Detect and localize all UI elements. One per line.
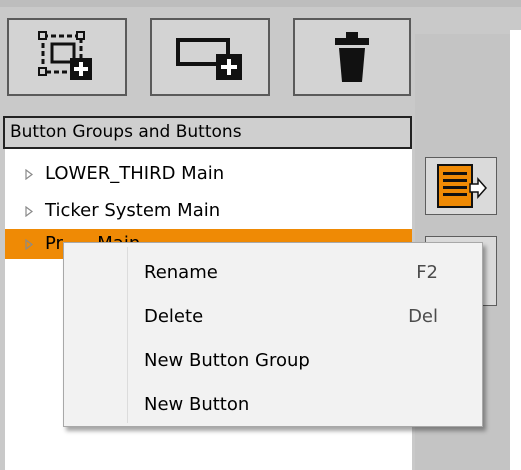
- window-top-strip: [0, 0, 521, 7]
- trash-icon: [335, 32, 369, 82]
- expand-arrow-icon[interactable]: [25, 169, 33, 180]
- menu-item-label: Rename: [144, 262, 218, 283]
- new-group-icon: [38, 31, 92, 80]
- tree-item-ticker-system[interactable]: Ticker System Main: [5, 196, 412, 226]
- menu-item-new-button-group[interactable]: New Button Group: [64, 339, 482, 383]
- new-button-button[interactable]: [150, 18, 270, 96]
- menu-item-label: New Button: [144, 394, 250, 415]
- right-panel-edge: [510, 30, 521, 470]
- menu-item-new-button[interactable]: New Button: [64, 383, 482, 427]
- list-action-button[interactable]: [425, 157, 497, 215]
- expand-arrow-icon[interactable]: [25, 239, 33, 250]
- menu-item-label: New Button Group: [144, 350, 310, 371]
- tree-item-lower-third[interactable]: LOWER_THIRD Main: [5, 159, 412, 189]
- tree-item-label: Ticker System Main: [45, 200, 221, 221]
- menu-item-shortcut: F2: [416, 262, 438, 283]
- new-button-icon: [176, 38, 242, 80]
- expand-arrow-icon[interactable]: [25, 206, 33, 217]
- tree-header: Button Groups and Buttons: [3, 116, 412, 149]
- menu-item-delete[interactable]: Delete Del: [64, 295, 482, 339]
- menu-item-shortcut: Del: [408, 306, 438, 327]
- new-button-group-button[interactable]: [7, 18, 127, 96]
- list-orange-icon: [437, 164, 488, 208]
- tree-item-label: LOWER_THIRD Main: [45, 163, 225, 184]
- delete-toolbar-button[interactable]: [293, 18, 411, 96]
- menu-item-rename[interactable]: Rename F2: [64, 251, 482, 295]
- context-menu: Rename F2 Delete Del New Button Group Ne…: [63, 242, 483, 427]
- menu-item-label: Delete: [144, 306, 204, 327]
